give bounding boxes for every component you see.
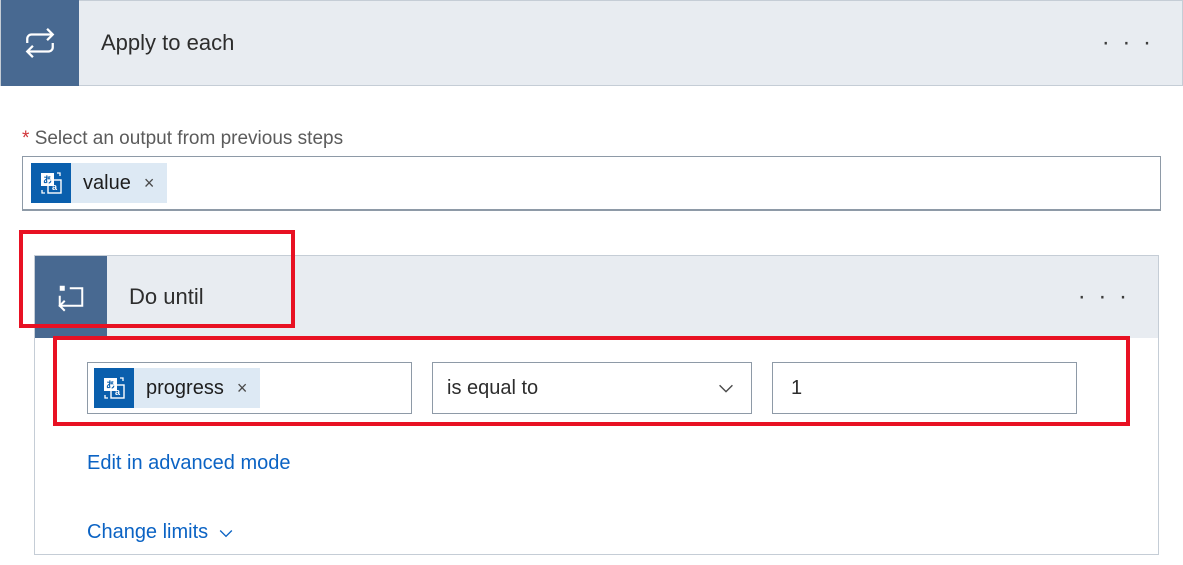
select-output-input[interactable]: あ a value × bbox=[22, 156, 1161, 211]
progress-token[interactable]: あ a progress × bbox=[94, 368, 260, 408]
loop-icon bbox=[1, 0, 79, 86]
apply-more-button[interactable]: · · · bbox=[1102, 29, 1182, 57]
condition-value-input[interactable]: 1 bbox=[772, 362, 1077, 414]
do-until-icon bbox=[35, 256, 107, 338]
select-output-label: * Select an output from previous steps bbox=[22, 128, 1161, 150]
condition-value: 1 bbox=[791, 377, 802, 400]
svg-text:a: a bbox=[52, 182, 58, 192]
value-token[interactable]: あ a value × bbox=[31, 163, 167, 203]
do-until-header[interactable]: Do until · · · bbox=[35, 256, 1158, 338]
do-until-more-button[interactable]: · · · bbox=[1078, 283, 1158, 311]
translate-icon: あ a bbox=[94, 368, 134, 408]
condition-row: あ a progress × is equal to bbox=[35, 338, 1158, 424]
apply-to-each-header[interactable]: Apply to each · · · bbox=[0, 0, 1183, 86]
chevron-down-icon bbox=[715, 377, 737, 399]
do-until-title: Do until bbox=[107, 284, 1078, 310]
svg-text:a: a bbox=[115, 387, 121, 397]
value-token-label: value bbox=[71, 172, 141, 195]
progress-token-label: progress bbox=[134, 377, 234, 400]
remove-value-token[interactable]: × bbox=[141, 173, 158, 194]
edit-advanced-link[interactable]: Edit in advanced mode bbox=[87, 452, 290, 475]
condition-operator-select[interactable]: is equal to bbox=[432, 362, 752, 414]
operator-label: is equal to bbox=[447, 377, 538, 400]
condition-left-input[interactable]: あ a progress × bbox=[87, 362, 412, 414]
change-limits-link[interactable]: Change limits bbox=[87, 521, 236, 544]
remove-progress-token[interactable]: × bbox=[234, 378, 251, 399]
do-until-card: Do until · · · あ a bbox=[34, 255, 1159, 555]
chevron-down-icon bbox=[216, 523, 236, 543]
translate-icon: あ a bbox=[31, 163, 71, 203]
apply-to-each-title: Apply to each bbox=[79, 30, 1102, 56]
